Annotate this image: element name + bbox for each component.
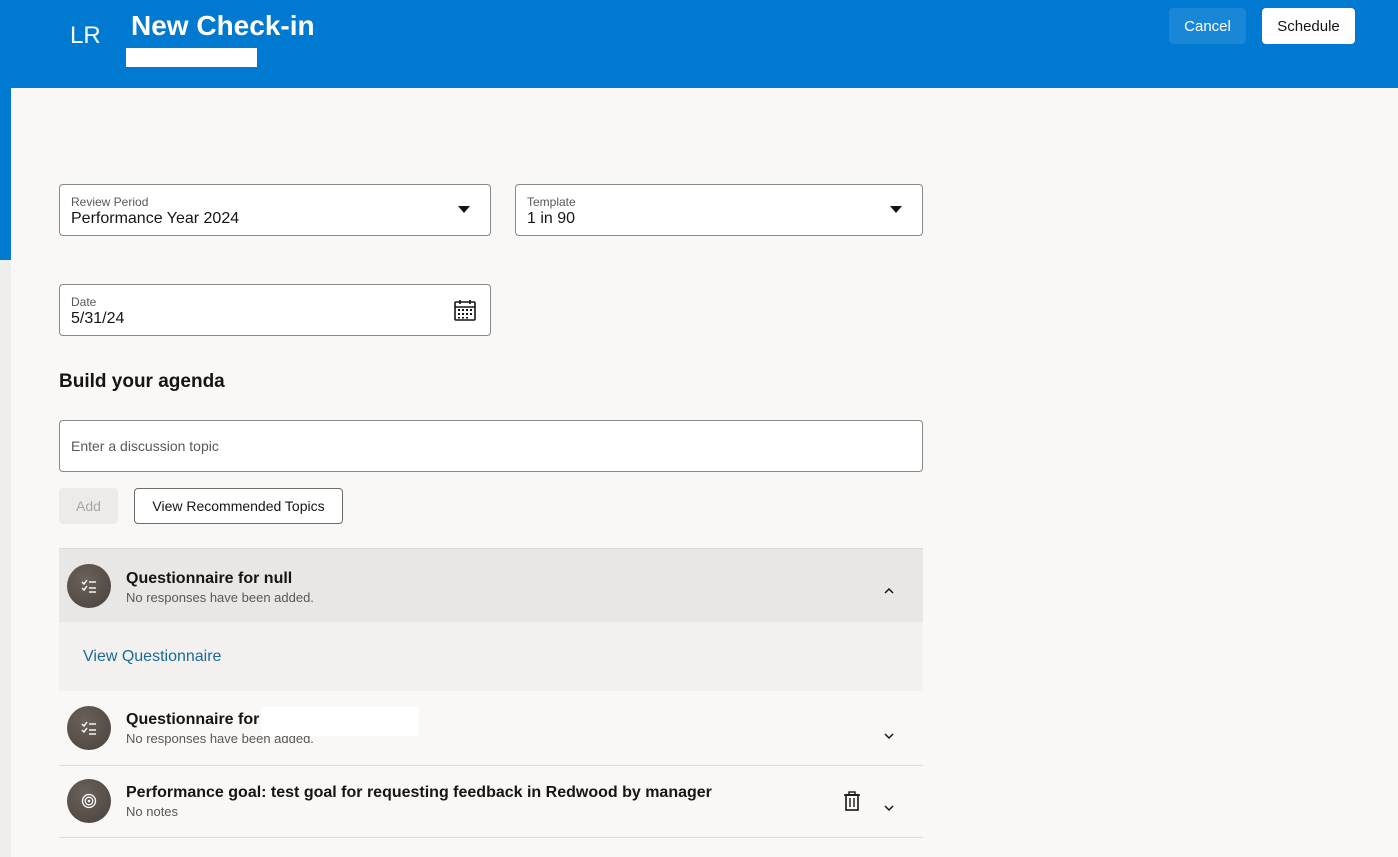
date-value: 5/31/24 xyxy=(71,310,125,327)
left-accent-strip xyxy=(0,88,11,260)
review-period-value: Performance Year 2024 xyxy=(71,210,240,227)
agenda-heading: Build your agenda xyxy=(59,371,225,392)
template-select[interactable]: Template 1 in 90 xyxy=(515,184,923,236)
agenda-item-title: Performance goal: test goal for requesti… xyxy=(126,784,712,801)
checklist-icon xyxy=(67,564,111,608)
target-icon xyxy=(67,779,111,823)
divider xyxy=(59,837,923,838)
review-period-select[interactable]: Review Period Performance Year 2024 xyxy=(59,184,491,236)
discussion-topic-input[interactable] xyxy=(59,420,923,472)
add-topic-button[interactable]: Add xyxy=(59,488,118,524)
chevron-down-icon[interactable] xyxy=(883,799,895,817)
trash-icon[interactable] xyxy=(843,791,861,816)
agenda-item-header[interactable]: Questionnaire for No responses have been… xyxy=(59,691,923,766)
agenda-item-title: Questionnaire for null xyxy=(126,570,293,587)
redacted-name xyxy=(261,707,419,736)
review-period-label: Review Period xyxy=(71,195,149,209)
chevron-up-icon[interactable] xyxy=(883,582,895,600)
checklist-icon xyxy=(67,706,111,750)
caret-down-icon xyxy=(458,206,470,213)
left-gutter xyxy=(0,260,11,857)
chevron-down-icon[interactable] xyxy=(883,727,895,745)
view-questionnaire-link[interactable]: View Questionnaire xyxy=(83,648,221,666)
date-label: Date xyxy=(71,295,97,309)
cancel-button[interactable]: Cancel xyxy=(1169,8,1246,44)
caret-down-icon xyxy=(890,206,902,213)
date-field[interactable]: Date 5/31/24 xyxy=(59,284,491,336)
schedule-button[interactable]: Schedule xyxy=(1262,8,1355,44)
view-recommended-topics-button[interactable]: View Recommended Topics xyxy=(134,488,343,524)
user-initials: LR xyxy=(70,22,101,49)
template-value: 1 in 90 xyxy=(527,210,576,227)
template-label: Template xyxy=(527,195,576,209)
agenda-item-title: Questionnaire for xyxy=(126,711,260,728)
agenda-item-subtitle: No notes xyxy=(126,804,179,819)
agenda-item-subtitle: No responses have been added. xyxy=(126,590,314,605)
page-title: New Check-in xyxy=(131,10,315,41)
agenda-item-header[interactable]: Performance goal: test goal for requesti… xyxy=(59,766,923,838)
redacted-subtitle xyxy=(126,48,257,67)
calendar-icon[interactable] xyxy=(453,298,477,327)
agenda-item-header[interactable]: Questionnaire for null No responses have… xyxy=(59,548,923,622)
